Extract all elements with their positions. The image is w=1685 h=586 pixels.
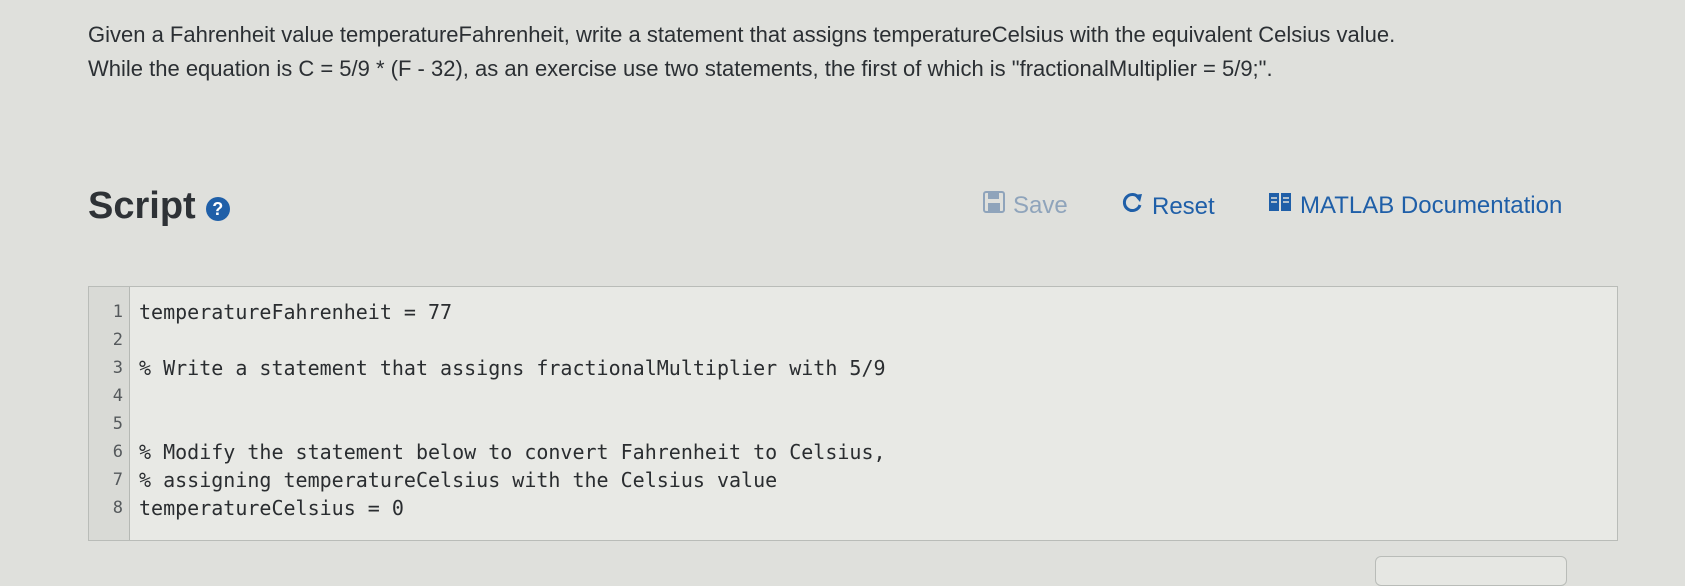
problem-statement-line-2: While the equation is C = 5/9 * (F - 32)… — [88, 56, 1273, 81]
line-number: 7 — [112, 470, 123, 490]
line-number: 5 — [112, 414, 123, 434]
line-number: 6 — [112, 442, 123, 462]
question-circle-icon[interactable]: ? — [205, 196, 230, 221]
reset-button[interactable]: Reset — [1120, 191, 1215, 222]
problem-statement-line-1: Given a Fahrenheit value temperatureFahr… — [88, 22, 1396, 47]
line-number: 3 — [112, 358, 123, 378]
code-text[interactable]: temperatureFahrenheit = 77 — [139, 297, 452, 327]
book-icon — [1268, 191, 1292, 220]
code-line[interactable]: 4 — [89, 381, 1617, 411]
matlab-documentation-label: MATLAB Documentation — [1300, 191, 1563, 219]
floppy-disk-icon — [983, 191, 1005, 220]
line-number: 2 — [112, 330, 123, 350]
code-line[interactable]: 3 % Write a statement that assigns fract… — [89, 353, 1617, 383]
save-button[interactable]: Save — [983, 191, 1068, 220]
script-title-group: Script ? — [88, 185, 230, 228]
code-line[interactable]: 2 — [89, 325, 1617, 355]
code-line[interactable]: 8 temperatureCelsius = 0 — [89, 493, 1617, 523]
script-header: Script ? Save Reset MATLAB Documentation — [88, 185, 1588, 241]
code-text[interactable]: % assigning temperatureCelsius with the … — [139, 465, 777, 495]
reset-label: Reset — [1152, 192, 1215, 220]
problem-statement: Given a Fahrenheit value temperatureFahr… — [88, 18, 1628, 86]
line-number: 4 — [112, 386, 123, 406]
line-number: 8 — [112, 498, 123, 518]
line-number: 1 — [112, 302, 123, 322]
code-text[interactable]: % Write a statement that assigns fractio… — [139, 353, 886, 383]
run-button-partial[interactable] — [1375, 556, 1567, 586]
matlab-documentation-link[interactable]: MATLAB Documentation — [1268, 191, 1562, 220]
refresh-icon — [1120, 191, 1144, 222]
code-text[interactable]: temperatureCelsius = 0 — [139, 493, 404, 523]
code-line[interactable]: 7 % assigning temperatureCelsius with th… — [89, 465, 1617, 495]
code-line[interactable]: 5 — [89, 409, 1617, 439]
code-text[interactable]: % Modify the statement below to convert … — [139, 437, 886, 467]
code-editor[interactable]: 1 temperatureFahrenheit = 77 2 3 % Write… — [88, 286, 1618, 541]
script-title: Script — [88, 185, 196, 227]
code-line[interactable]: 6 % Modify the statement below to conver… — [89, 437, 1617, 467]
code-line[interactable]: 1 temperatureFahrenheit = 77 — [89, 297, 1617, 327]
save-label: Save — [1013, 191, 1068, 219]
